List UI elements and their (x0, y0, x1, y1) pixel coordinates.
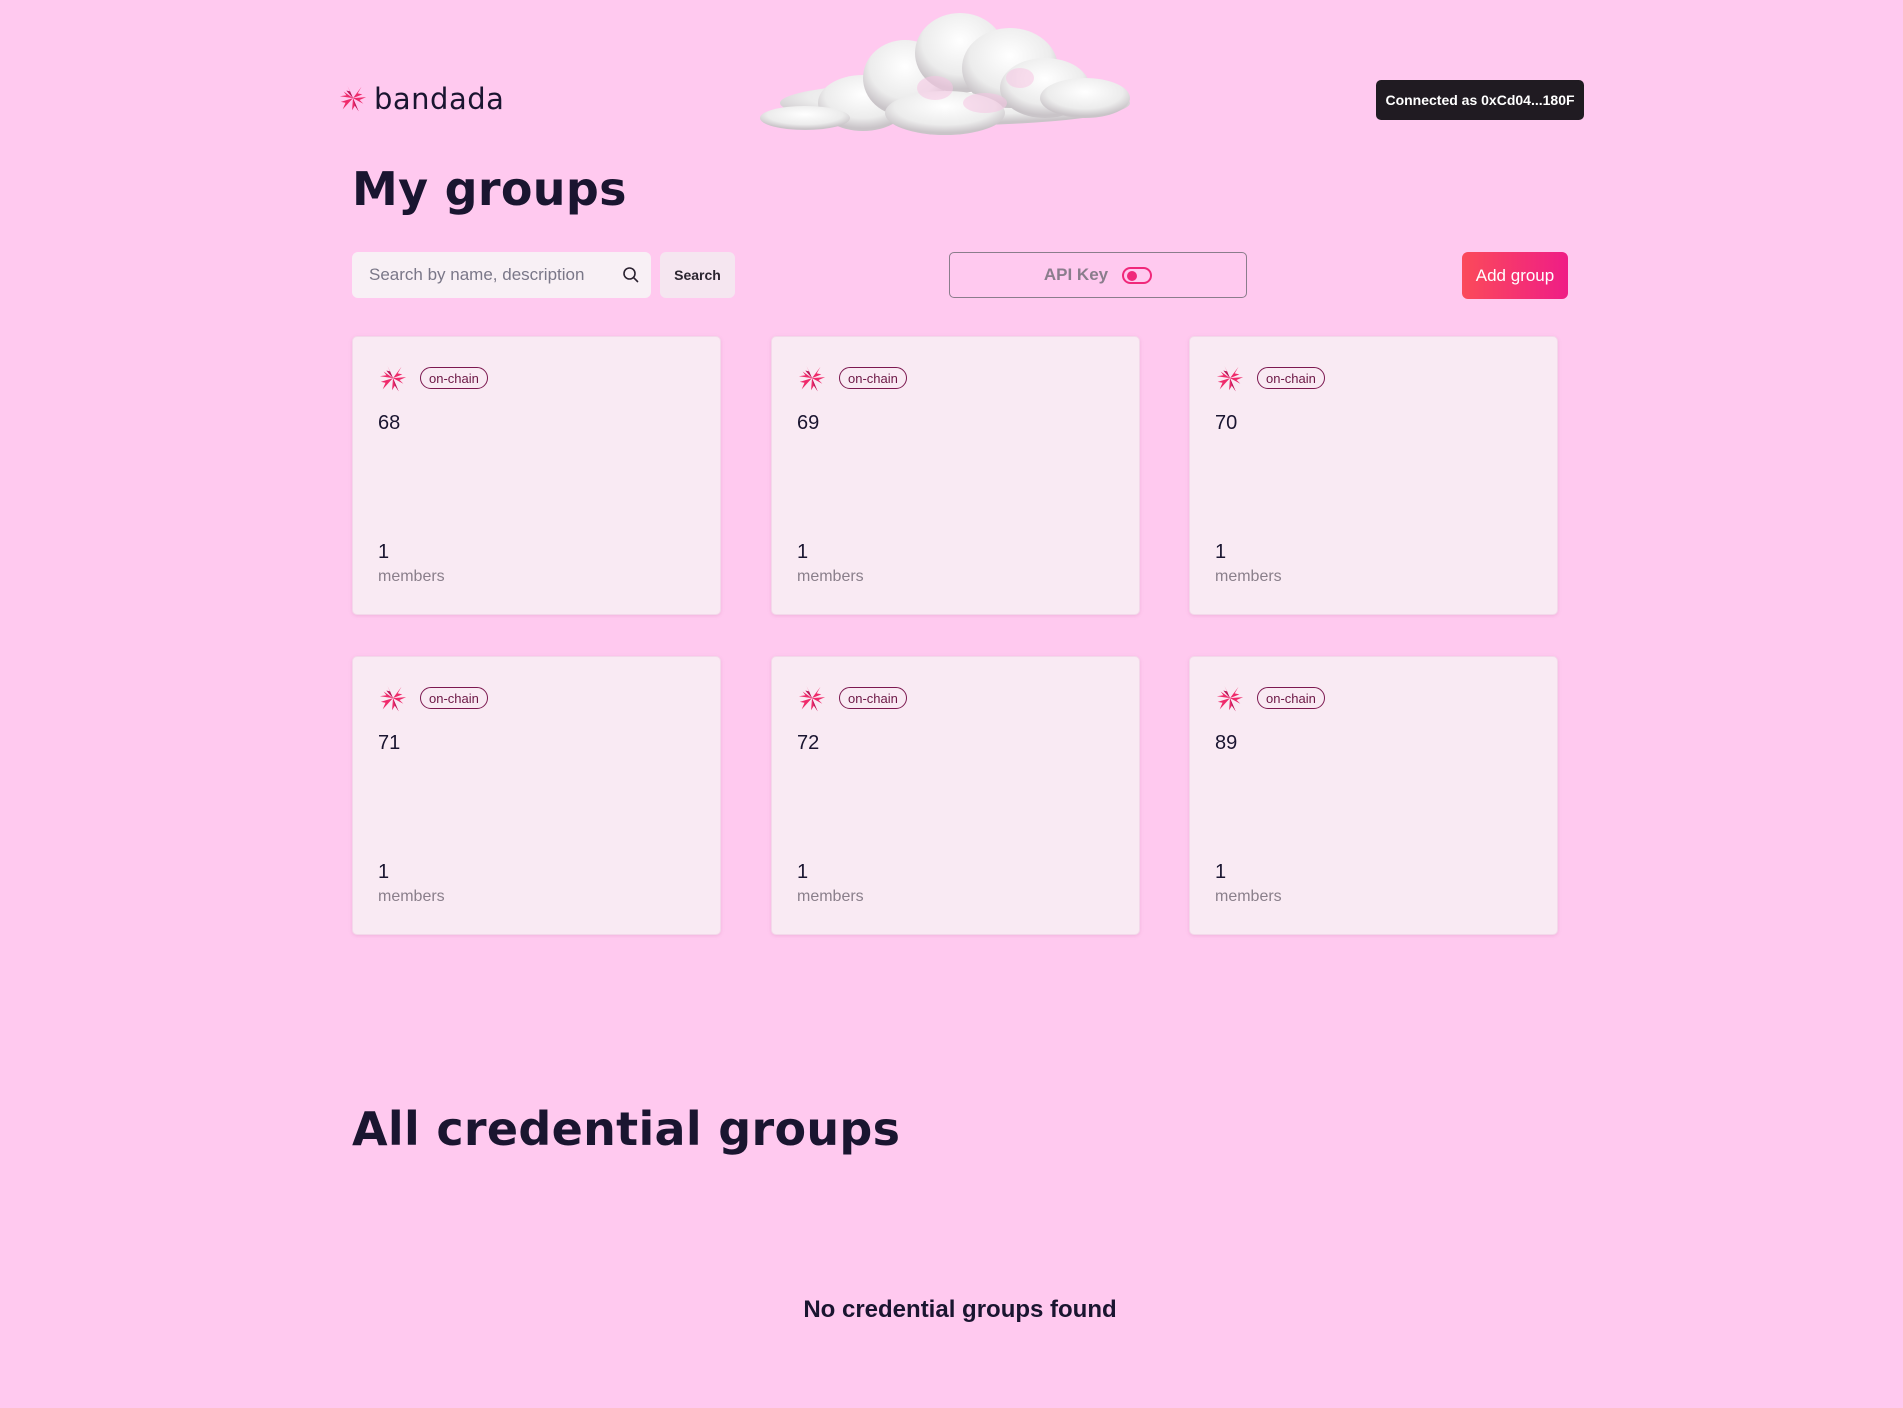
members-count: 1 (1215, 861, 1227, 883)
on-chain-badge: on-chain (420, 687, 488, 709)
members-label: members (1215, 568, 1282, 585)
group-card[interactable]: on-chain 69 1 members (771, 336, 1140, 615)
cloud-illustration (760, 13, 1130, 135)
on-chain-badge: on-chain (1257, 687, 1325, 709)
add-group-button[interactable]: Add group (1462, 252, 1568, 299)
members-count: 1 (378, 861, 390, 883)
members-count: 1 (797, 541, 809, 563)
brand-logo[interactable]: bandada (338, 82, 504, 116)
search-button[interactable]: Search (660, 252, 735, 298)
on-chain-badge: on-chain (1257, 367, 1325, 389)
search-box (352, 252, 651, 298)
api-key-label: API Key (1043, 265, 1109, 284)
bandada-flock-icon (797, 364, 827, 394)
bandada-flock-icon (378, 684, 408, 714)
group-name: 71 (378, 732, 401, 754)
wallet-connected-button[interactable]: Connected as 0xCd04...180F (1376, 80, 1584, 120)
members-label: members (797, 568, 864, 585)
header: bandada Connected as 0xCd04...180F (0, 0, 1903, 150)
group-card[interactable]: on-chain 68 1 members (352, 336, 721, 615)
api-key-toggle[interactable] (1122, 266, 1153, 284)
members-label: members (1215, 888, 1282, 905)
group-name: 89 (1215, 732, 1238, 754)
toggle-knob (1127, 270, 1138, 281)
members-count: 1 (797, 861, 809, 883)
group-name: 69 (797, 412, 820, 434)
search-icon[interactable] (622, 266, 640, 284)
empty-state-message: No credential groups found (803, 1296, 1117, 1323)
members-count: 1 (1215, 541, 1227, 563)
group-card[interactable]: on-chain 71 1 members (352, 656, 721, 935)
on-chain-badge: on-chain (839, 367, 907, 389)
page-title: My groups (352, 162, 627, 216)
group-card[interactable]: on-chain 70 1 members (1189, 336, 1558, 615)
group-card[interactable]: on-chain 89 1 members (1189, 656, 1558, 935)
search-input[interactable] (352, 254, 611, 296)
group-card[interactable]: on-chain 72 1 members (771, 656, 1140, 935)
bandada-flock-icon (797, 684, 827, 714)
bandada-flock-icon (378, 364, 408, 394)
bandada-flock-icon (1215, 364, 1245, 394)
brand-name: bandada (374, 82, 505, 116)
group-name: 70 (1215, 412, 1238, 434)
members-label: members (378, 888, 445, 905)
on-chain-badge: on-chain (839, 687, 907, 709)
group-name: 68 (378, 412, 401, 434)
on-chain-badge: on-chain (420, 367, 488, 389)
group-name: 72 (797, 732, 820, 754)
bandada-flock-icon (338, 84, 368, 114)
bandada-flock-icon (1215, 684, 1245, 714)
members-label: members (378, 568, 445, 585)
members-label: members (797, 888, 864, 905)
api-key-toggle-box[interactable]: API Key (949, 252, 1247, 298)
credential-groups-title: All credential groups (352, 1102, 901, 1156)
members-count: 1 (378, 541, 390, 563)
